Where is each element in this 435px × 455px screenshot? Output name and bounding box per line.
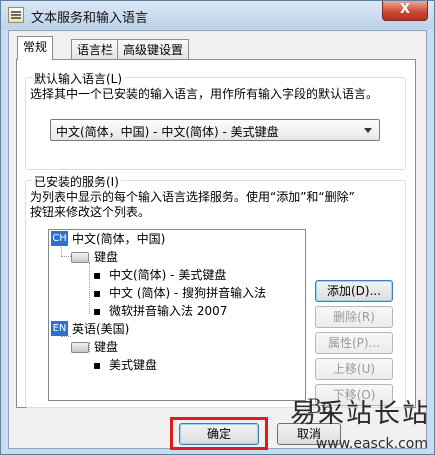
tree-item-label: 中文(简体) - 美式键盘 [109,268,227,282]
watermark-text: 易采站长站 [289,399,430,429]
installed-services-description-2: 按钮来修改这个列表。 [30,205,151,219]
dialog-window: 文本服务和输入语言 X 常规 语言栏 高级键设置 默认输入语言(L) 选择其中一… [0,0,435,455]
installed-services-group: 已安装的服务(I) 为列表中显示的每个输入语言选择服务。使用“添加”和“删除” … [25,173,406,408]
tree-node-keyboard[interactable]: 键盘 [49,339,299,355]
tree-item[interactable]: ▪ 微软拼音输入法 2007 [49,303,299,319]
window-title: 文本服务和输入语言 [31,11,149,26]
remove-button[interactable]: 删除(R) [315,306,393,328]
keyboard-icon [71,342,89,353]
installed-services-description-1: 为列表中显示的每个输入语言选择服务。使用“添加”和“删除” [30,190,355,204]
language-badge: CH [51,231,68,246]
default-language-label: 默认输入语言(L) [32,70,125,87]
ok-button[interactable]: 确定 [179,423,259,445]
watermark-url: www.easck.com [315,436,428,452]
tree-node-label: 英语(美国) [72,322,130,336]
language-badge: EN [51,321,68,336]
tree-item[interactable]: ▪ 中文(简体) - 美式键盘 [49,267,299,283]
default-language-description: 选择其中一个已安装的输入语言，用作所有输入字段的默认语言。 [30,87,379,101]
tree-node-label: 键盘 [94,250,119,264]
bullet-icon: ▪ [93,268,102,282]
tab-language-bar[interactable]: 语言栏 [71,39,120,59]
tree-item[interactable]: ▪ 美式键盘 [49,357,299,373]
text-services-icon [8,7,24,23]
bullet-icon: ▪ [93,304,102,318]
tree-item-label: 美式键盘 [109,358,158,372]
default-language-select[interactable]: 中文(简体，中国) - 中文(简体) - 美式键盘 [50,119,380,141]
keyboard-icon [71,252,89,263]
tree-node-chinese[interactable]: CH 中文(简体，中国) [49,231,299,247]
bullet-icon: ▪ [93,358,102,372]
tree-item-label: 中文 (简体) - 搜狗拼音输入法 [109,286,267,300]
title-bar[interactable]: 文本服务和输入语言 X [1,1,434,29]
tree-item[interactable]: ▪ 中文 (简体) - 搜狗拼音输入法 [49,285,304,301]
dialog-client: 常规 语言栏 高级键设置 默认输入语言(L) 选择其中一个已安装的输入语言，用作… [8,30,427,450]
properties-button[interactable]: 属性(P)... [315,332,393,354]
tree-node-english[interactable]: EN 英语(美国) [49,321,299,337]
tree-node-label: 中文(简体，中国) [72,232,166,246]
default-language-selected: 中文(简体，中国) - 中文(简体) - 美式键盘 [56,125,279,139]
tab-panel-general: 默认输入语言(L) 选择其中一个已安装的输入语言，用作所有输入字段的默认语言。 … [16,59,416,408]
tab-advanced-key-settings[interactable]: 高级键设置 [117,39,190,59]
close-button[interactable]: X [382,1,428,21]
tree-node-label: 键盘 [94,340,119,354]
add-button[interactable]: 添加(D)... [315,280,393,302]
chevron-down-icon [364,128,372,133]
bullet-icon: ▪ [93,286,102,300]
tree-node-keyboard[interactable]: 键盘 [49,249,299,265]
move-up-button[interactable]: 上移(U) [315,358,393,380]
installed-services-label: 已安装的服务(I) [32,173,121,190]
tree-item-label: 微软拼音输入法 2007 [109,304,228,318]
default-language-group: 默认输入语言(L) 选择其中一个已安装的输入语言，用作所有输入字段的默认语言。 … [25,70,406,170]
services-tree[interactable]: CH 中文(简体，中国) 键盘 ▪ 中文(简体) - 美式键盘 ▪ 中文 (简体… [48,229,306,401]
tab-general[interactable]: 常规 [17,36,54,60]
